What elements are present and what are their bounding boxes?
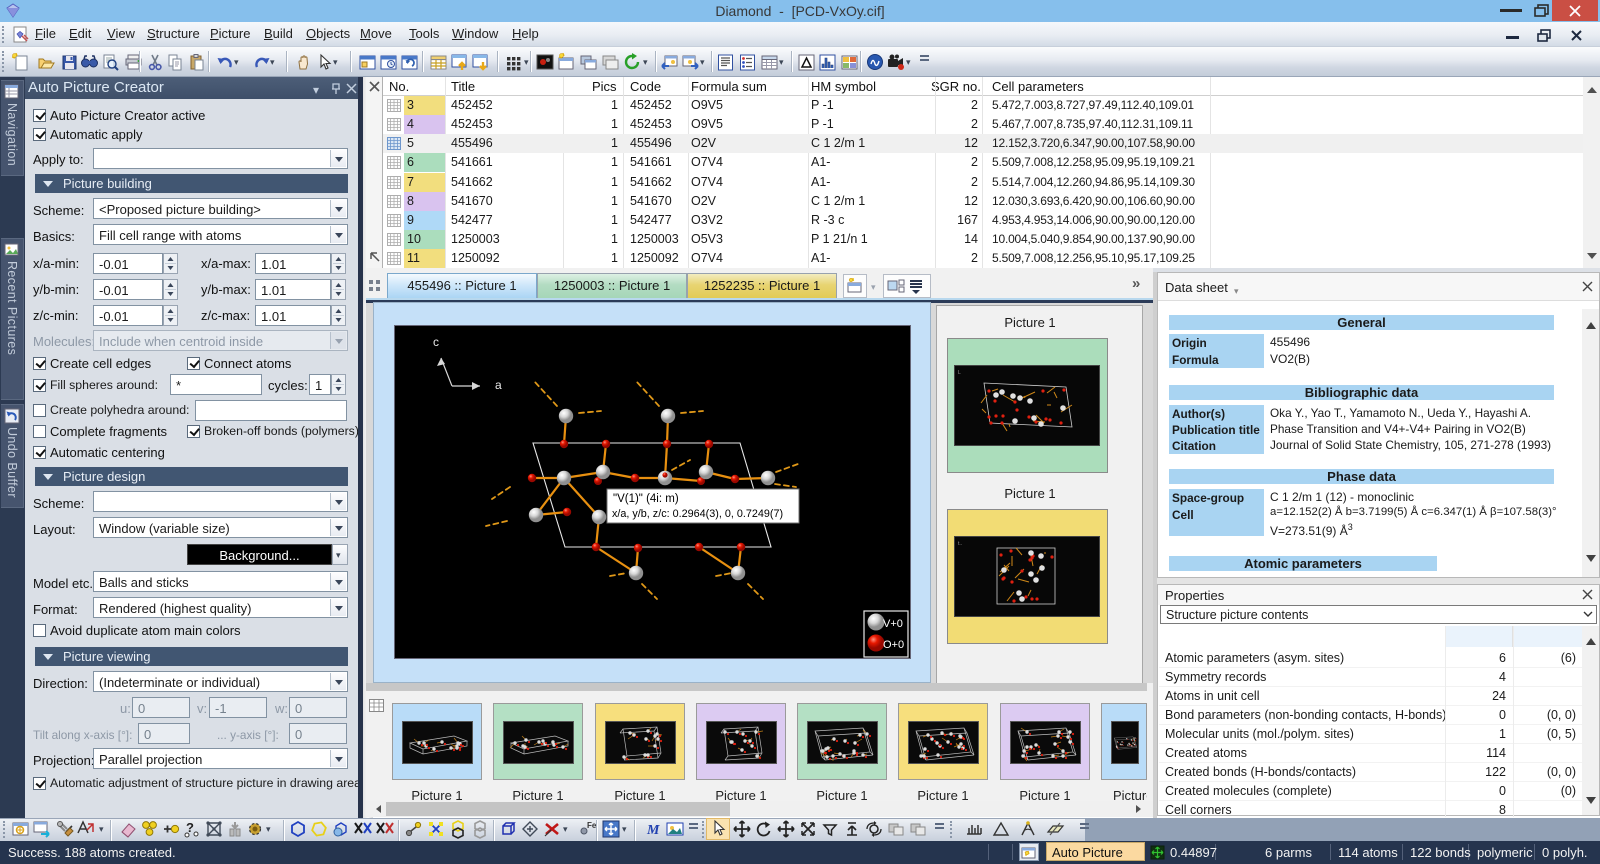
svg-text:a: a	[495, 378, 502, 392]
svg-text:c: c	[433, 335, 439, 349]
svg-text:x/a, y/b, z/c: 0.2964(3), 0, 0: x/a, y/b, z/c: 0.2964(3), 0, 0.7249(7)	[612, 508, 783, 520]
svg-text:L: L	[958, 370, 961, 376]
svg-text:V+0: V+0	[883, 618, 903, 630]
svg-text:t..: t..	[958, 541, 962, 547]
svg-text:O+0: O+0	[883, 639, 904, 651]
svg-text:Fe: Fe	[587, 821, 596, 830]
svg-text:"V(1)" (4i: m): "V(1)" (4i: m)	[613, 493, 679, 505]
svg-text:M: M	[646, 823, 660, 838]
